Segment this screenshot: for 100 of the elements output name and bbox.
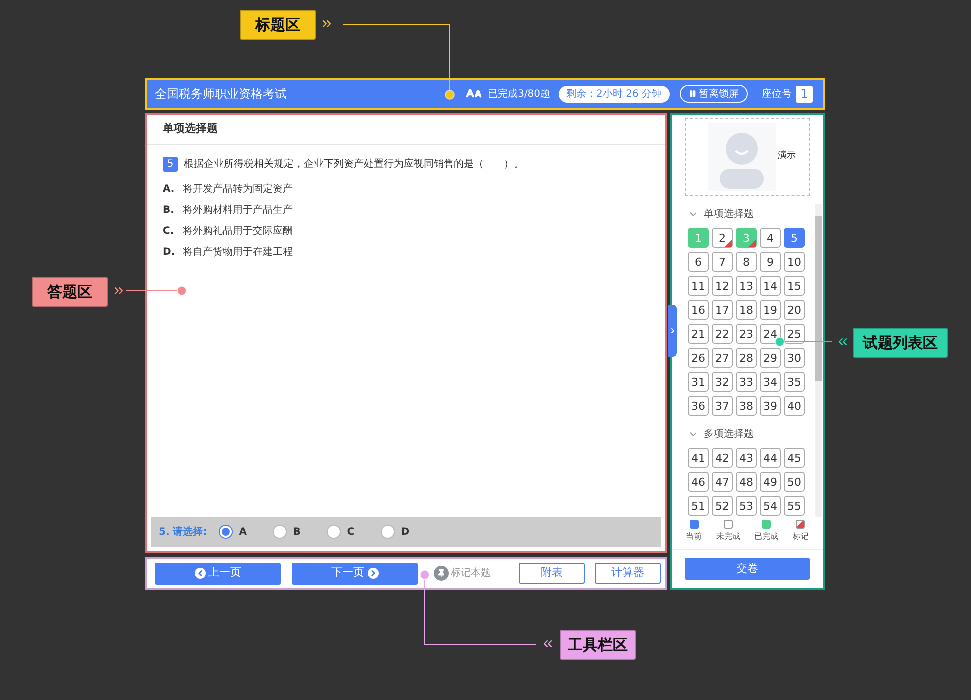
progress-text: 已完成3/80题 [488, 88, 551, 102]
option-letter: C. [163, 224, 175, 238]
question-number[interactable]: 51 [688, 496, 709, 516]
question-number[interactable]: 29 [760, 348, 781, 368]
question-number[interactable]: 11 [688, 276, 709, 296]
option-letter: B. [163, 204, 175, 218]
question-number[interactable]: 26 [688, 348, 709, 368]
section-title: 单项选择题 [163, 121, 218, 138]
question-number[interactable]: 38 [736, 396, 757, 416]
question-number[interactable]: 50 [784, 472, 805, 492]
question-number[interactable]: 43 [736, 448, 757, 468]
question-number[interactable]: 32 [712, 372, 733, 392]
question-number[interactable]: 33 [736, 372, 757, 392]
question-number[interactable]: 17 [712, 300, 733, 320]
question-number[interactable]: 47 [712, 472, 733, 492]
question-number[interactable]: 55 [784, 496, 805, 516]
question-number[interactable]: 8 [736, 252, 757, 272]
question-number[interactable]: 13 [736, 276, 757, 296]
option-text: 将自产货物用于在建工程 [183, 246, 293, 260]
question-number[interactable]: 44 [760, 448, 781, 468]
question-number[interactable]: 39 [760, 396, 781, 416]
chevron-left-icon [194, 568, 206, 579]
scrollbar[interactable] [815, 204, 822, 517]
question-number[interactable]: 21 [688, 324, 709, 344]
question-number[interactable]: 30 [784, 348, 805, 368]
question-number[interactable]: 46 [688, 472, 709, 492]
question-number[interactable]: 18 [736, 300, 757, 320]
seat-label: 座位号 [762, 88, 792, 102]
question-number[interactable]: 5 [784, 228, 805, 248]
question-number[interactable]: 19 [760, 300, 781, 320]
question-number[interactable]: 4 [760, 228, 781, 248]
question-text: 根据企业所得税相关规定，企业下列资产处置行为应视同销售的是（ ）。 [184, 158, 524, 172]
question-number[interactable]: 2 [712, 228, 733, 248]
legend-label: 标记 [792, 531, 809, 543]
option-letter: D. [163, 246, 175, 260]
question-number[interactable]: 23 [736, 324, 757, 344]
annotation-label: 答题区 [32, 277, 108, 307]
question-number[interactable]: 25 [784, 324, 805, 344]
group-title: 多项选择题 [704, 428, 754, 442]
question-number[interactable]: 24 [760, 324, 781, 344]
question-number-badge: 5 [163, 157, 178, 172]
question-number[interactable]: 14 [760, 276, 781, 296]
previous-page-button[interactable]: 上一页 [155, 562, 281, 584]
question-number[interactable]: 31 [688, 372, 709, 392]
next-page-button[interactable]: 下一页 [292, 562, 418, 584]
timer-pill: 剩余：2小时 26 分钟 [558, 86, 670, 102]
question-number[interactable]: 7 [712, 252, 733, 272]
submit-button[interactable]: 交卷 [685, 558, 810, 580]
question-number[interactable]: 22 [712, 324, 733, 344]
question-number[interactable]: 6 [688, 252, 709, 272]
chevron-right-icon [668, 326, 676, 336]
question-number[interactable]: 15 [784, 276, 805, 296]
lock-screen-button[interactable]: 暂离锁屏 [680, 85, 748, 103]
exam-title: 全国税务师职业资格考试 [155, 86, 287, 103]
radio-circle[interactable] [219, 525, 234, 539]
option-text: 将外购礼品用于交际应酬 [183, 224, 293, 238]
question-number[interactable]: 42 [712, 448, 733, 468]
question-number[interactable]: 28 [736, 348, 757, 368]
answer-radio[interactable]: C [327, 524, 372, 540]
scrollbar-thumb[interactable] [815, 216, 822, 381]
avatar-placeholder [708, 123, 776, 191]
legend-label: 已完成 [754, 531, 779, 543]
question-number[interactable]: 54 [760, 496, 781, 516]
question-number[interactable]: 45 [784, 448, 805, 468]
question-number[interactable]: 37 [712, 396, 733, 416]
pause-icon [689, 90, 697, 98]
question-number[interactable]: 48 [736, 472, 757, 492]
legend-label: 当前 [686, 531, 702, 543]
option-letter: A. [163, 182, 175, 196]
question-number[interactable]: 40 [784, 396, 805, 416]
question-number[interactable]: 35 [784, 372, 805, 392]
question-number[interactable]: 10 [784, 252, 805, 272]
question-number[interactable]: 52 [712, 496, 733, 516]
answer-prompt: 5. 请选择: [159, 526, 208, 540]
collapse-tab[interactable] [668, 305, 677, 357]
avatar-caption: 演示 [778, 150, 796, 164]
question-number[interactable]: 16 [688, 300, 709, 320]
question-number[interactable]: 9 [760, 252, 781, 272]
appendix-button[interactable]: 附表 [519, 563, 585, 584]
seat-number: 1 [796, 86, 813, 102]
question-number[interactable]: 36 [688, 396, 709, 416]
answer-radio[interactable]: A [219, 524, 264, 540]
legend-label: 未完成 [716, 531, 740, 543]
question-number[interactable]: 12 [712, 276, 733, 296]
question-number[interactable]: 27 [712, 348, 733, 368]
question-number[interactable]: 49 [760, 472, 781, 492]
annotation-label: 工具栏区 [560, 630, 636, 660]
group-title: 单项选择题 [704, 208, 754, 222]
option-text: 将开发产品转为固定资产 [183, 182, 293, 196]
answer-radio[interactable]: D [381, 524, 426, 540]
annotation-label: 试题列表区 [853, 328, 948, 358]
question-number[interactable]: 20 [784, 300, 805, 320]
leader-line [126, 290, 178, 292]
question-number[interactable]: 41 [688, 448, 709, 468]
chevron-right-icon [368, 568, 378, 579]
answer-radio[interactable]: B [273, 524, 318, 540]
pin-icon [434, 566, 449, 581]
question-number[interactable]: 34 [760, 372, 781, 392]
calculator-button[interactable]: 计算器 [595, 563, 661, 584]
question-number[interactable]: 53 [736, 496, 757, 516]
